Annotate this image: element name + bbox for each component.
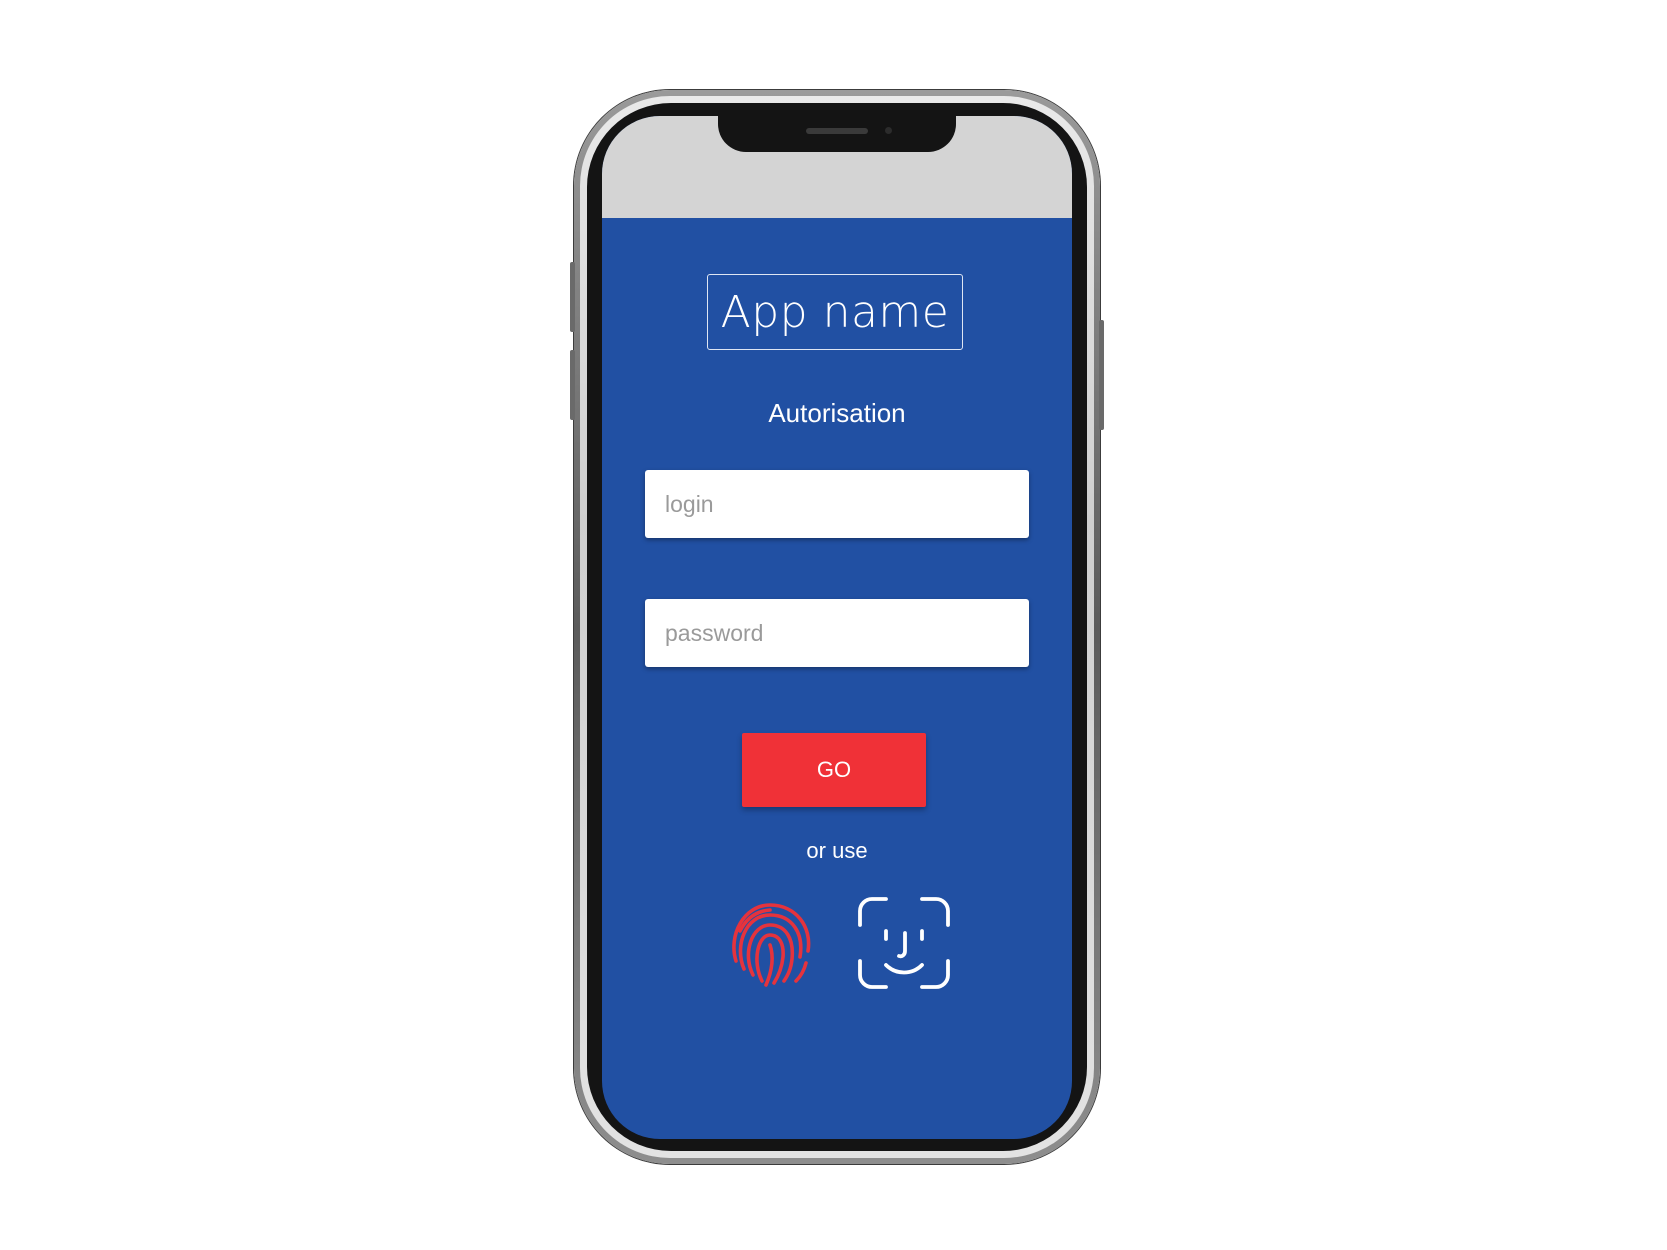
alt-auth-label: or use [806,838,868,863]
phone-screen: App name Autorisation GO or use [602,116,1072,1139]
fingerprint-icon[interactable] [722,895,818,991]
app-logo-box: App name [707,274,963,350]
front-camera [885,127,892,134]
power-button [1099,320,1104,430]
stage: App name Autorisation GO or use [0,0,1667,1250]
login-input[interactable] [645,470,1029,538]
notch [718,116,956,152]
go-button[interactable]: GO [742,733,926,807]
volume-up-button [570,262,575,332]
speaker-grille [806,128,868,134]
page-title: Autorisation [768,398,906,428]
volume-down-button [570,350,575,420]
face-id-icon[interactable] [856,895,952,991]
password-input[interactable] [645,599,1029,667]
app-name: App name [720,286,950,338]
